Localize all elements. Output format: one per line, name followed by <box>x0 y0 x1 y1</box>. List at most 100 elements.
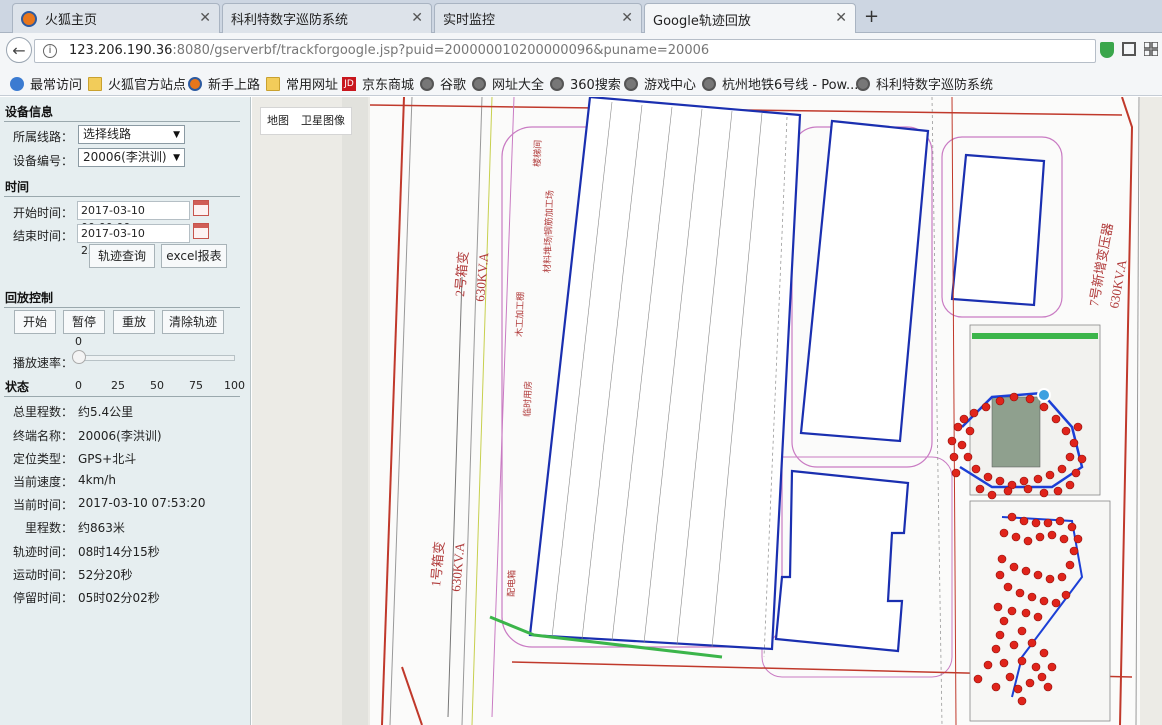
site-plan-overlay: 2号箱变 630KV.A 1号箱变 630KV.A 7号新增变压器 630KV.… <box>342 97 1140 725</box>
divider <box>4 396 240 397</box>
bookmark-label: 游戏中心 <box>644 78 697 93</box>
status-label: 轨迹时间： <box>13 545 74 559</box>
map-view[interactable]: 2号箱变 630KV.A 1号箱变 630KV.A 7号新增变压器 630KV.… <box>252 97 1162 725</box>
divider <box>4 307 240 308</box>
speed-tick: 25 <box>111 379 125 392</box>
bookmark-label: 京东商城 <box>362 78 415 93</box>
bookmark-label: 360搜索 <box>570 78 621 93</box>
speed-tick: 100 <box>224 379 245 392</box>
bookmark-label: 杭州地铁6号线 - Pow... <box>722 78 859 93</box>
bookmarks-bar: 最常访问 火狐官方站点 新手上路 常用网址 JD 京东商城 谷歌 网址大全 360… <box>0 68 1162 96</box>
route-select-value: 选择线路 <box>83 127 132 141</box>
url-bar[interactable]: i 123.206.190.36:8080/gserverbf/trackfor… <box>34 39 1096 63</box>
qr-code-icon[interactable] <box>1122 42 1136 56</box>
bookmark-game-center[interactable]: 游戏中心 <box>624 74 696 93</box>
bookmark-label: 网址大全 <box>492 78 545 93</box>
menu-grid-icon[interactable] <box>1144 42 1158 56</box>
speed-tick: 50 <box>150 379 164 392</box>
device-select[interactable]: 20006(李洪训) ▼ <box>78 148 185 167</box>
start-time-label: 开始时间： <box>13 206 74 220</box>
control-panel: 设备信息 所属线路： 选择线路 ▼ 设备编号： 20006(李洪训) ▼ 时间 开始… <box>0 97 251 725</box>
end-time-input[interactable]: 2017-03-10 23:59:59 <box>77 224 190 257</box>
bookmark-jd[interactable]: JD 京东商城 <box>342 74 414 93</box>
status-value: 4km/h <box>78 473 116 487</box>
calendar-icon[interactable] <box>193 200 209 216</box>
bookmark-firefox-official[interactable]: 火狐官方站点 <box>88 74 186 93</box>
start-time-input[interactable]: 2017-03-10 00:00:00 <box>77 201 190 234</box>
tab-realtime-monitor[interactable]: 实时监控 ✕ <box>434 3 642 33</box>
status-label: 停留时间： <box>13 591 74 605</box>
bookmark-label: 新手上路 <box>208 78 261 93</box>
bookmark-patrol-system[interactable]: 科利特数字巡防系统 <box>856 74 993 93</box>
tab-label: 实时监控 <box>443 13 496 28</box>
speed-slider-handle[interactable] <box>72 350 86 364</box>
bookmark-label: 谷歌 <box>440 78 467 93</box>
status-label: 当前时间： <box>13 498 74 512</box>
calendar-icon[interactable] <box>193 223 209 239</box>
close-icon[interactable]: ✕ <box>835 10 847 26</box>
speed-label: 播放速率： <box>13 356 74 370</box>
back-button[interactable]: ← <box>6 37 32 63</box>
tab-google-track-playback[interactable]: Google轨迹回放 ✕ <box>644 3 856 34</box>
close-icon[interactable]: ✕ <box>411 10 423 26</box>
bookmark-getting-started[interactable]: 新手上路 <box>188 74 260 93</box>
bookmark-most-visited[interactable]: 最常访问 <box>10 74 82 93</box>
route-label: 所属线路： <box>13 130 74 144</box>
bookmark-url-directory[interactable]: 网址大全 <box>472 74 544 93</box>
chevron-down-icon: ▼ <box>173 153 180 163</box>
globe-icon <box>702 76 716 91</box>
tab-bar: 火狐主页 ✕ 科利特数字巡防系统 ✕ 实时监控 ✕ Google轨迹回放 ✕ + <box>0 0 1162 34</box>
new-tab-button[interactable]: + <box>864 6 879 27</box>
jd-icon: JD <box>342 76 356 91</box>
device-select-value: 20006(李洪训) <box>83 150 167 164</box>
bookmark-360-search[interactable]: 360搜索 <box>550 74 621 93</box>
map-type-control: 地图 卫星图像 <box>260 107 352 135</box>
chevron-down-icon: ▼ <box>173 130 180 140</box>
excel-report-button[interactable]: excel报表 <box>161 244 227 268</box>
folder-icon <box>266 76 280 91</box>
bookmark-common-sites[interactable]: 常用网址 <box>266 74 338 93</box>
speed-value: 0 <box>75 335 82 348</box>
bookmark-label: 常用网址 <box>286 78 339 93</box>
status-value: 约863米 <box>78 521 125 535</box>
globe-icon <box>472 76 486 91</box>
section-playback: 回放控制 <box>5 291 54 305</box>
tab-label: 科利特数字巡防系统 <box>231 13 349 28</box>
tab-firefox-home[interactable]: 火狐主页 ✕ <box>12 3 220 33</box>
globe-icon <box>420 76 434 91</box>
status-value: 52分20秒 <box>78 568 133 582</box>
tab-patrol-system[interactable]: 科利特数字巡防系统 ✕ <box>222 3 432 33</box>
track-query-button[interactable]: 轨迹查询 <box>89 244 155 268</box>
replay-button[interactable]: 重放 <box>113 310 155 334</box>
label-site-office: 临时用房 <box>521 381 533 417</box>
status-label: 终端名称： <box>13 429 74 443</box>
end-time-label: 结束时间： <box>13 229 74 243</box>
clear-track-button[interactable]: 清除轨迹 <box>162 310 224 334</box>
status-value: 05时02分02秒 <box>78 591 160 605</box>
url-text: 123.206.190.36:8080/gserverbf/trackforgo… <box>69 43 709 58</box>
speed-slider-track[interactable] <box>78 355 235 361</box>
url-host: 123.206.190.36 <box>69 43 173 58</box>
label-distribution-box: 配电箱 <box>505 570 517 597</box>
bookmark-google[interactable]: 谷歌 <box>420 74 466 93</box>
label-warehouse-2: 木工加工棚 <box>513 292 526 337</box>
label-stair: 楼梯间 <box>531 140 543 167</box>
close-icon[interactable]: ✕ <box>199 10 211 26</box>
bookmark-label: 科利特数字巡防系统 <box>876 78 994 93</box>
status-label: 总里程数： <box>13 405 74 419</box>
pause-button[interactable]: 暂停 <box>63 310 105 334</box>
status-value: GPS+北斗 <box>78 452 137 466</box>
map-type-map[interactable]: 地图 <box>261 108 295 134</box>
location-pin-icon[interactable] <box>1037 388 1051 402</box>
shield-icon[interactable] <box>1100 42 1114 58</box>
globe-icon <box>550 76 564 91</box>
map-type-satellite[interactable]: 卫星图像 <box>295 108 351 134</box>
route-select[interactable]: 选择线路 ▼ <box>78 125 185 144</box>
firefox-icon <box>188 76 202 91</box>
close-icon[interactable]: ✕ <box>621 10 633 26</box>
globe-icon <box>624 76 638 91</box>
start-button[interactable]: 开始 <box>14 310 56 334</box>
info-icon[interactable]: i <box>43 44 57 58</box>
status-label: 当前速度： <box>13 475 74 489</box>
bookmark-hangzhou-metro[interactable]: 杭州地铁6号线 - Pow... <box>702 74 858 93</box>
